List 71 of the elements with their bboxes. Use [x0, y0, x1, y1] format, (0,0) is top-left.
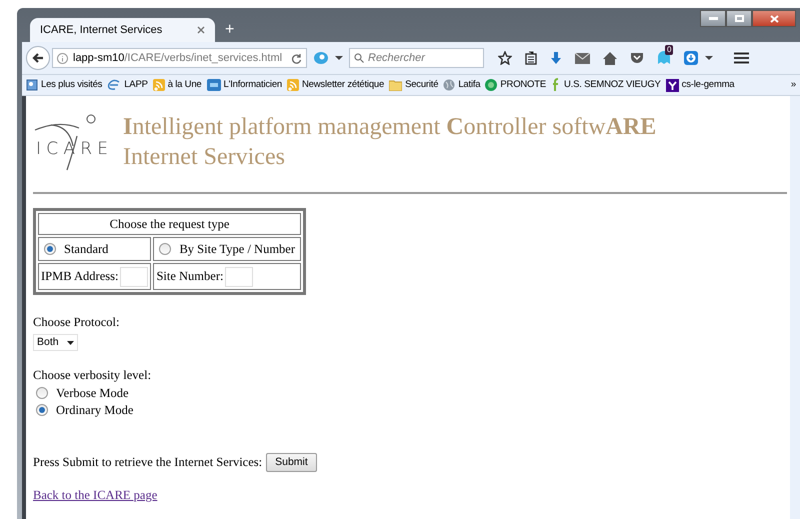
y-logo-icon	[666, 78, 679, 92]
submit-button[interactable]: Submit	[266, 452, 317, 472]
close-window-button[interactable]	[752, 10, 796, 27]
bookmark-item[interactable]: U.S. SEMNOZ VIEUGY	[550, 78, 661, 92]
page-heading: Intelligent platform management Controller softwARE	[123, 113, 656, 142]
dropdown-icon[interactable]	[335, 55, 343, 61]
f-logo-icon	[550, 78, 561, 92]
page-icon	[26, 79, 38, 91]
bookmark-item[interactable]: à la Une	[152, 78, 202, 92]
page-heading: Internet Services	[123, 143, 286, 172]
input-field[interactable]	[120, 266, 148, 286]
verbosity-label: Choose verbosity level:	[33, 367, 152, 384]
search-icon	[354, 53, 364, 63]
globe-icon	[443, 79, 456, 91]
new-tab-button[interactable]: +	[225, 22, 234, 38]
folder-icon	[389, 79, 402, 91]
bookmark-item[interactable]: L'Informaticien	[206, 78, 282, 92]
bookmark-item[interactable]: Securité	[389, 78, 438, 92]
download-icon[interactable]	[550, 51, 562, 65]
browser-tab[interactable]: ICARE, Internet Services	[30, 18, 215, 42]
address-field[interactable]: lapp-sm10/ICARE/verbs/inet_services.html	[52, 48, 307, 68]
radio-label: Ordinary Mode	[56, 402, 134, 419]
e-logo-icon	[107, 79, 122, 91]
bookmark-item[interactable]: PRONOTE	[485, 78, 546, 92]
star-icon[interactable]	[498, 51, 512, 65]
more-bookmarks-button[interactable]: »	[790, 78, 796, 92]
bookmark-item[interactable]: Newsletter zététique	[287, 78, 384, 92]
bookmark-item[interactable]: cs-le-gemma	[666, 78, 734, 92]
download-circle-icon[interactable]	[684, 51, 698, 65]
radio-button[interactable]	[36, 387, 48, 400]
feed-icon	[287, 79, 299, 91]
circle-logo-icon	[485, 79, 498, 91]
table-header: Choose the request type	[38, 213, 302, 235]
radio-label: By Site Type / Number	[179, 240, 296, 258]
clipboard-icon[interactable]	[525, 51, 537, 65]
feed-icon	[152, 79, 165, 91]
dropdown-icon[interactable]	[705, 55, 713, 61]
radio-label: Verbose Mode	[56, 385, 129, 402]
field-label: Site Number:	[156, 268, 224, 286]
back-button[interactable]	[26, 46, 50, 70]
back-arrow-icon	[32, 52, 44, 64]
reload-icon[interactable]	[291, 52, 302, 64]
bookmark-item[interactable]: Les plus visités	[26, 78, 102, 92]
home-icon[interactable]	[603, 52, 617, 64]
mail-icon[interactable]	[575, 52, 590, 64]
ghost-icon[interactable]	[657, 51, 671, 65]
notification-badge: 0	[665, 45, 674, 55]
eye-icon[interactable]	[313, 51, 329, 65]
bookmark-item[interactable]: LAPP	[107, 78, 148, 92]
menu-icon[interactable]	[734, 52, 749, 64]
site-logo-icon	[206, 79, 221, 91]
pocket-icon[interactable]	[630, 52, 644, 64]
caret-icon	[66, 340, 74, 345]
radio-label: Standard	[64, 240, 108, 258]
bookmark-item[interactable]: Latifa	[443, 78, 480, 92]
protocol-select[interactable]: Both	[33, 334, 78, 352]
submit-instruction: Press Submit to retrieve the Internet Services:	[33, 454, 262, 471]
back-link[interactable]: Back to the ICARE page	[33, 486, 158, 505]
minimize-button[interactable]	[700, 10, 726, 27]
search-field[interactable]: Rechercher	[349, 48, 484, 68]
input-field[interactable]	[225, 266, 254, 286]
radio-button[interactable]	[44, 243, 56, 255]
radio-button[interactable]	[36, 404, 48, 416]
field-label: IPMB Address:	[41, 268, 118, 286]
protocol-label: Choose Protocol:	[33, 314, 120, 331]
radio-button[interactable]	[159, 243, 172, 255]
url-text: lapp-sm10/ICARE/verbs/inet_services.html	[73, 50, 282, 66]
close-icon[interactable]	[197, 26, 205, 34]
close-icon	[770, 14, 778, 22]
maximize-button[interactable]	[726, 10, 752, 27]
info-icon	[57, 52, 68, 64]
